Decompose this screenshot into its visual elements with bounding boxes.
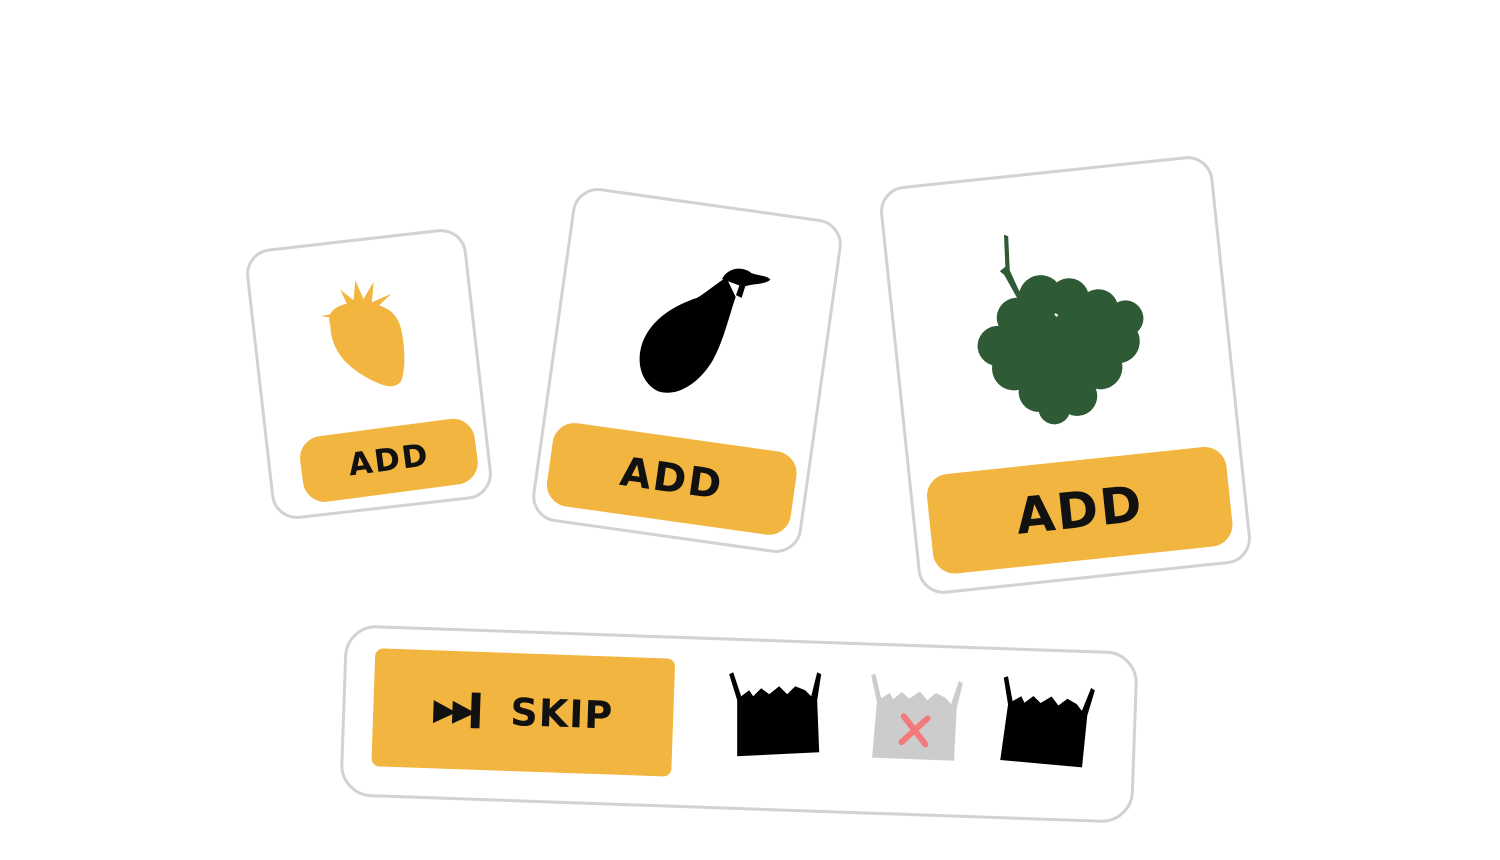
fast-forward-icon: ▶▶▍ — [432, 691, 492, 729]
basket-tray: ▶▶▍ SKIP — [339, 624, 1139, 824]
add-grapes-button[interactable]: ADD — [924, 444, 1235, 576]
eggplant-art — [550, 228, 836, 423]
strawberry-art — [250, 257, 479, 411]
add-strawberry-button[interactable]: ADD — [297, 416, 481, 505]
basket-icon — [729, 672, 822, 757]
skip-label: SKIP — [509, 690, 614, 738]
fruit-card-strawberry: ADD — [243, 226, 495, 522]
eggplant-icon — [639, 268, 771, 393]
fruit-card-eggplant: ADD — [528, 184, 846, 557]
grapes-art — [887, 213, 1235, 446]
fruit-card-grapes: ADD — [877, 153, 1254, 597]
basket-crossed-icon — [871, 673, 963, 761]
basket-icon — [1000, 676, 1095, 768]
strawberry-icon — [321, 279, 405, 387]
add-eggplant-button[interactable]: ADD — [544, 420, 800, 538]
basket-slot-3 — [987, 675, 1099, 782]
grapes-icon — [977, 234, 1143, 425]
skip-button[interactable]: ▶▶▍ SKIP — [371, 648, 676, 777]
basket-slot-1 — [725, 672, 825, 766]
basket-slot-2 — [859, 673, 967, 775]
